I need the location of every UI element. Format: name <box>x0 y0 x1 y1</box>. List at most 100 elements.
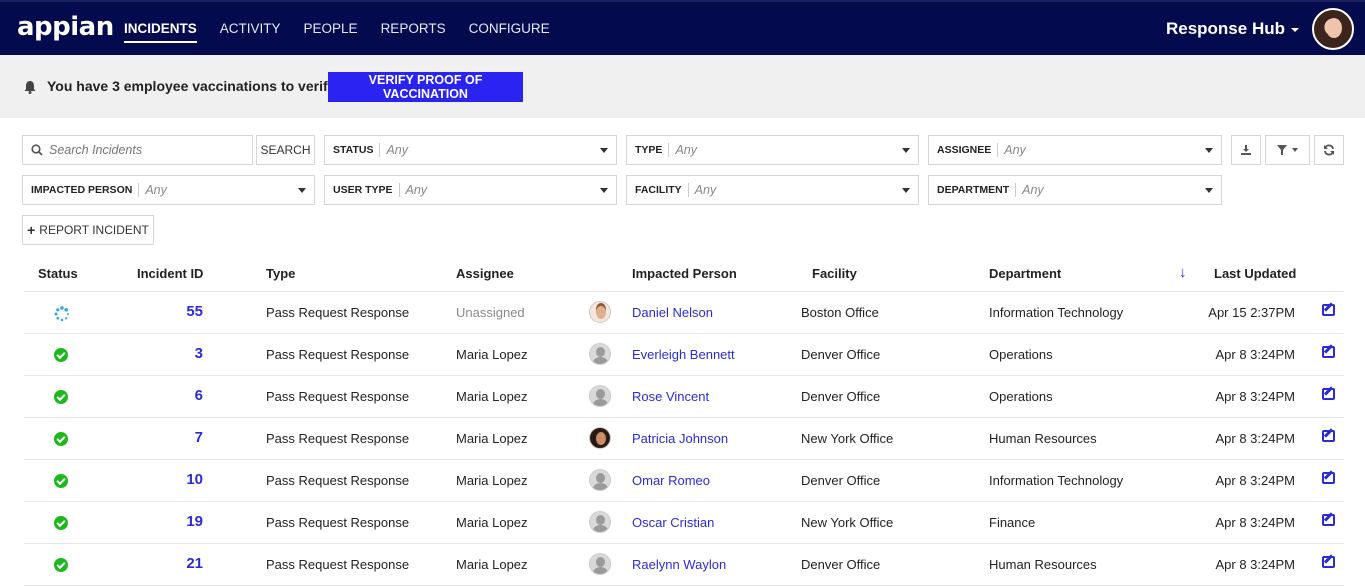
table-row: 55 Pass Request Response Unassigned Dani… <box>24 292 1344 334</box>
status-icon <box>54 306 70 325</box>
header-last-updated[interactable]: Last Updated <box>1214 266 1296 281</box>
person-avatar <box>589 301 611 323</box>
user-type-filter[interactable]: USER TYPE Any <box>324 175 617 205</box>
edit-icon[interactable] <box>1322 430 1335 442</box>
nav-configure[interactable]: CONFIGURE <box>469 2 550 55</box>
download-button[interactable] <box>1231 135 1261 165</box>
header-incident-id[interactable]: Incident ID <box>137 266 203 281</box>
report-incident-button[interactable]: + REPORT INCIDENT <box>22 215 154 245</box>
facility-filter[interactable]: FACILITY Any <box>626 175 919 205</box>
assignee: Maria Lopez <box>456 389 528 404</box>
search-button[interactable]: SEARCH <box>256 135 315 165</box>
edit-icon[interactable] <box>1322 514 1335 526</box>
dropdown-arrow-icon <box>902 148 910 153</box>
edit-icon[interactable] <box>1322 304 1335 316</box>
incident-id-link[interactable]: 21 <box>143 555 203 572</box>
header-department[interactable]: Department <box>989 266 1061 281</box>
filter-menu-button[interactable] <box>1265 135 1310 165</box>
nav-incidents[interactable]: INCIDENTS <box>124 2 197 55</box>
incident-id-link[interactable]: 3 <box>143 345 203 362</box>
nav-reports[interactable]: REPORTS <box>381 2 446 55</box>
edit-icon[interactable] <box>1322 472 1335 484</box>
app-switcher[interactable]: Response Hub <box>1166 19 1299 39</box>
last-updated: Apr 8 3:24PM <box>1215 557 1296 572</box>
header-facility[interactable]: Facility <box>812 266 857 281</box>
refresh-button[interactable] <box>1314 135 1344 165</box>
impacted-person-link[interactable]: Everleigh Bennett <box>632 347 735 362</box>
impacted-person-link[interactable]: Rose Vincent <box>632 389 709 404</box>
edit-icon[interactable] <box>1322 346 1335 358</box>
check-circle-icon <box>54 432 68 446</box>
user-avatar[interactable] <box>1312 8 1354 50</box>
edit-icon[interactable] <box>1322 388 1335 400</box>
assignee: Maria Lopez <box>456 515 528 530</box>
status-filter-label: STATUS <box>333 143 381 157</box>
top-nav-bar: appian INCIDENTS ACTIVITY PEOPLE REPORTS… <box>0 0 1365 55</box>
department-filter-value: Any <box>1022 183 1044 197</box>
chevron-down-icon <box>1292 148 1298 152</box>
department: Information Technology <box>989 473 1124 488</box>
incident-type: Pass Request Response <box>266 473 410 488</box>
check-circle-icon <box>54 558 68 572</box>
search-input[interactable] <box>49 143 239 157</box>
table-row: 7 Pass Request Response Maria Lopez Patr… <box>24 418 1344 460</box>
status-filter[interactable]: STATUS Any <box>324 135 617 165</box>
table-row: 10 Pass Request Response Maria Lopez Oma… <box>24 460 1344 502</box>
assignee-filter-label: ASSIGNEE <box>937 143 999 157</box>
incident-id-link[interactable]: 19 <box>143 513 203 530</box>
status-icon <box>54 432 68 446</box>
user-type-filter-value: Any <box>405 183 428 197</box>
impacted-person-filter-value: Any <box>145 183 167 197</box>
header-type[interactable]: Type <box>266 266 295 281</box>
verify-vaccination-button[interactable]: VERIFY PROOF OF VACCINATION <box>328 72 523 102</box>
impacted-person-link[interactable]: Oscar Cristian <box>632 515 714 530</box>
banner-message: You have 3 employee vaccinations to veri… <box>47 78 336 94</box>
department-filter[interactable]: DEPARTMENT Any <box>928 175 1222 205</box>
status-icon <box>54 558 68 572</box>
header-impacted-person[interactable]: Impacted Person <box>632 266 737 281</box>
table-row: 3 Pass Request Response Maria Lopez Ever… <box>24 334 1344 376</box>
facility: Denver Office <box>801 347 881 362</box>
refresh-icon <box>1324 144 1334 156</box>
filter-icon <box>1277 145 1287 155</box>
header-status[interactable]: Status <box>38 266 78 281</box>
impacted-person-link[interactable]: Daniel Nelson <box>632 305 713 320</box>
impacted-person-link[interactable]: Omar Romeo <box>632 473 710 488</box>
check-circle-icon <box>54 474 68 488</box>
status-icon <box>54 516 68 530</box>
appian-logo[interactable]: appian <box>17 12 114 42</box>
dropdown-arrow-icon <box>298 188 306 193</box>
assignee: Maria Lopez <box>456 431 528 446</box>
department: Information Technology <box>989 305 1124 320</box>
last-updated: Apr 8 3:24PM <box>1215 389 1296 404</box>
incident-id-link[interactable]: 10 <box>143 471 203 488</box>
person-avatar <box>589 427 611 449</box>
edit-icon[interactable] <box>1322 556 1335 568</box>
search-icon <box>31 144 43 156</box>
incident-type: Pass Request Response <box>266 557 410 572</box>
impacted-person-link[interactable]: Raelynn Waylon <box>632 557 726 572</box>
incident-id-link[interactable]: 55 <box>143 303 203 320</box>
last-updated: Apr 8 3:24PM <box>1215 431 1296 446</box>
type-filter-label: TYPE <box>635 143 670 157</box>
incident-id-link[interactable]: 7 <box>143 429 203 446</box>
assignee-filter[interactable]: ASSIGNEE Any <box>928 135 1222 165</box>
in-progress-spinner-icon <box>54 306 69 322</box>
status-icon <box>54 348 68 362</box>
report-incident-label: REPORT INCIDENT <box>39 223 149 237</box>
status-icon <box>54 474 68 488</box>
sort-descending-icon[interactable]: ↓ <box>1179 264 1187 281</box>
nav-people[interactable]: PEOPLE <box>304 2 358 55</box>
person-avatar <box>589 469 611 491</box>
type-filter-value: Any <box>675 143 697 157</box>
header-assignee[interactable]: Assignee <box>456 266 514 281</box>
search-field[interactable] <box>22 135 253 165</box>
incident-id-link[interactable]: 6 <box>143 387 203 404</box>
nav-activity[interactable]: ACTIVITY <box>220 2 281 55</box>
impacted-person-link[interactable]: Patricia Johnson <box>632 431 728 446</box>
type-filter[interactable]: TYPE Any <box>626 135 919 165</box>
chevron-down-icon <box>1291 28 1299 32</box>
bell-icon <box>24 81 36 94</box>
impacted-person-filter[interactable]: IMPACTED PERSON Any <box>22 175 315 205</box>
main-nav: INCIDENTS ACTIVITY PEOPLE REPORTS CONFIG… <box>124 2 573 55</box>
